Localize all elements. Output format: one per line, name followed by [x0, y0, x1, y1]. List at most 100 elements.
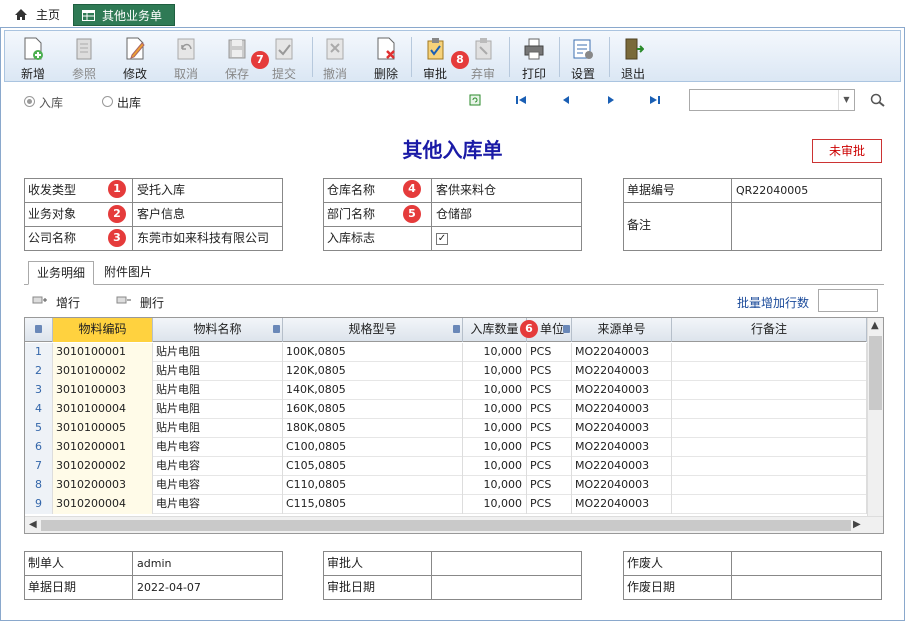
doc-no-field[interactable]: QR22040005	[736, 179, 808, 203]
qty-cell[interactable]: 10,000	[463, 362, 527, 381]
material-code-cell[interactable]: 3010200003	[53, 476, 153, 495]
col-header-material-name[interactable]: 物料名称	[153, 318, 283, 342]
row-remark-cell[interactable]	[672, 400, 867, 419]
row-remark-cell[interactable]	[672, 343, 867, 362]
modify-button[interactable]: 修改	[113, 33, 157, 81]
col-header-row-remark[interactable]: 行备注	[672, 318, 867, 342]
col-header-qty[interactable]: 入库数量	[463, 318, 527, 342]
scroll-up-icon[interactable]: ▲	[871, 320, 879, 331]
material-name-cell[interactable]: 电片电容	[153, 438, 283, 457]
print-button[interactable]: 打印	[512, 33, 556, 81]
row-number-cell[interactable]: 7	[25, 457, 53, 476]
material-name-cell[interactable]: 贴片电阻	[153, 343, 283, 362]
material-code-cell[interactable]: 3010200001	[53, 438, 153, 457]
spec-cell[interactable]: 180K,0805	[283, 419, 463, 438]
reference-button[interactable]: 参照	[62, 33, 106, 81]
doc-date-field[interactable]: 2022-04-07	[137, 576, 201, 600]
company-field[interactable]: 东莞市如来科技有限公司	[137, 227, 269, 251]
spec-cell[interactable]: 140K,0805	[283, 381, 463, 400]
material-name-cell[interactable]: 贴片电阻	[153, 419, 283, 438]
qty-cell[interactable]: 10,000	[463, 343, 527, 362]
row-number-cell[interactable]: 5	[25, 419, 53, 438]
source-no-cell[interactable]: MO22040003	[572, 476, 672, 495]
unit-cell[interactable]: PCS	[527, 495, 572, 514]
spec-cell[interactable]: C110,0805	[283, 476, 463, 495]
source-no-cell[interactable]: MO22040003	[572, 343, 672, 362]
row-number-cell[interactable]: 8	[25, 476, 53, 495]
tab-attachments[interactable]: 附件图片	[96, 261, 160, 285]
unit-cell[interactable]: PCS	[527, 381, 572, 400]
recv-type-field[interactable]: 受托入库	[137, 179, 185, 203]
table-row[interactable]: 7 3010200002 电片电容 C105,0805 10,000 PCS MO22040…	[25, 457, 867, 476]
exit-button[interactable]: 退出	[611, 33, 655, 81]
table-row[interactable]: 4 3010100004 贴片电阻 160K,0805 10,000 PCS MO22040…	[25, 400, 867, 419]
table-row[interactable]: 3 3010100003 贴片电阻 140K,0805 10,000 PCS MO22040…	[25, 381, 867, 400]
source-no-cell[interactable]: MO22040003	[572, 400, 672, 419]
first-record-icon[interactable]	[515, 94, 527, 106]
radio-inbound[interactable]	[24, 96, 35, 107]
qty-cell[interactable]: 10,000	[463, 438, 527, 457]
delete-row-button[interactable]: 删行	[116, 294, 164, 310]
spec-cell[interactable]: 100K,0805	[283, 343, 463, 362]
scroll-right-icon[interactable]: ▶	[853, 519, 861, 530]
unit-cell[interactable]: PCS	[527, 438, 572, 457]
delete-button[interactable]: 删除	[364, 33, 408, 81]
tab-other-business-doc[interactable]: 其他业务单	[73, 4, 175, 26]
revoke-button[interactable]: 撤消	[313, 33, 357, 81]
material-code-cell[interactable]: 3010100002	[53, 362, 153, 381]
unit-cell[interactable]: PCS	[527, 457, 572, 476]
material-name-cell[interactable]: 电片电容	[153, 476, 283, 495]
qty-cell[interactable]: 10,000	[463, 381, 527, 400]
batch-add-count-input[interactable]	[818, 289, 878, 312]
qty-cell[interactable]: 10,000	[463, 400, 527, 419]
source-no-cell[interactable]: MO22040003	[572, 495, 672, 514]
last-record-icon[interactable]	[649, 94, 661, 106]
tab-home[interactable]: 主页	[12, 4, 66, 26]
source-no-cell[interactable]: MO22040003	[572, 362, 672, 381]
source-no-cell[interactable]: MO22040003	[572, 419, 672, 438]
qty-cell[interactable]: 10,000	[463, 419, 527, 438]
col-header-source-no[interactable]: 来源单号	[572, 318, 672, 342]
table-row[interactable]: 1 3010100001 贴片电阻 100K,0805 10,000 PCS MO22040…	[25, 343, 867, 362]
search-icon[interactable]	[870, 93, 886, 107]
table-row[interactable]: 2 3010100002 贴片电阻 120K,0805 10,000 PCS MO22040…	[25, 362, 867, 381]
new-button[interactable]: 新增	[11, 33, 55, 81]
unit-cell[interactable]: PCS	[527, 400, 572, 419]
row-number-cell[interactable]: 4	[25, 400, 53, 419]
vertical-scroll-thumb[interactable]	[869, 336, 882, 410]
cancel-button[interactable]: 取消	[164, 33, 208, 81]
qty-cell[interactable]: 10,000	[463, 457, 527, 476]
dept-field[interactable]: 仓储部	[436, 203, 472, 227]
spec-cell[interactable]: 160K,0805	[283, 400, 463, 419]
chevron-down-icon[interactable]: ▼	[838, 90, 854, 110]
unit-cell[interactable]: PCS	[527, 362, 572, 381]
material-name-cell[interactable]: 贴片电阻	[153, 362, 283, 381]
biz-object-field[interactable]: 客户信息	[137, 203, 185, 227]
table-row[interactable]: 6 3010200001 电片电容 C100,0805 10,000 PCS MO22040…	[25, 438, 867, 457]
table-row[interactable]: 9 3010200004 电片电容 C115,0805 10,000 PCS MO22040…	[25, 495, 867, 514]
row-number-cell[interactable]: 9	[25, 495, 53, 514]
table-row[interactable]: 5 3010100005 贴片电阻 180K,0805 10,000 PCS MO22040…	[25, 419, 867, 438]
tab-business-detail[interactable]: 业务明细	[28, 261, 95, 285]
col-header-material-code[interactable]: 物料编码	[53, 318, 153, 342]
material-code-cell[interactable]: 3010200004	[53, 495, 153, 514]
row-remark-cell[interactable]	[672, 381, 867, 400]
previous-record-icon[interactable]	[560, 94, 572, 106]
material-code-cell[interactable]: 3010200002	[53, 457, 153, 476]
source-no-cell[interactable]: MO22040003	[572, 457, 672, 476]
source-no-cell[interactable]: MO22040003	[572, 381, 672, 400]
scroll-left-icon[interactable]: ◀	[29, 519, 37, 530]
add-row-button[interactable]: 增行	[32, 294, 80, 310]
horizontal-scroll-thumb[interactable]	[41, 520, 851, 531]
row-remark-cell[interactable]	[672, 419, 867, 438]
refresh-icon[interactable]	[469, 94, 481, 106]
material-code-cell[interactable]: 3010100001	[53, 343, 153, 362]
row-remark-cell[interactable]	[672, 362, 867, 381]
material-name-cell[interactable]: 电片电容	[153, 495, 283, 514]
radio-outbound[interactable]	[102, 96, 113, 107]
spec-cell[interactable]: 120K,0805	[283, 362, 463, 381]
row-number-cell[interactable]: 3	[25, 381, 53, 400]
inbound-flag-checkbox[interactable]: ✓	[436, 233, 448, 245]
unit-cell[interactable]: PCS	[527, 343, 572, 362]
warehouse-field[interactable]: 客供来料仓	[436, 179, 496, 203]
